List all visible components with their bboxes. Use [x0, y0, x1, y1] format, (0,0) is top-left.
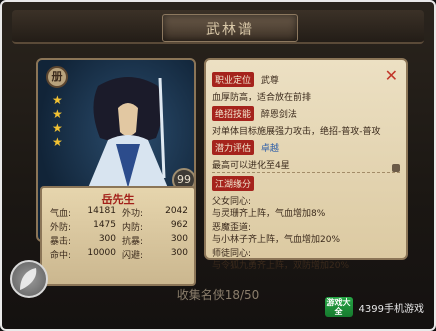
stats-grid: 气血: 14181 外功: 2042 外防: 1475 内防: 962 暴击: 300 抗… — [50, 206, 188, 261]
skill-value: 醉恩剑法 — [260, 110, 297, 120]
fate-desc: 与令狐九勇齐上阵，双防增加20% — [212, 261, 350, 271]
potential-tag: 潜力评估 — [212, 140, 255, 155]
title-banner: 武林谱 — [162, 14, 298, 42]
stat-row: 暴击: 300 — [50, 234, 116, 247]
stat-row: 闪避: 300 — [122, 248, 188, 261]
hero-detail-frame: 册 ★ ★ ★ ★ 99 岳先生 气血: 14181 外功: 2042 外防: 147… — [36, 58, 408, 286]
star-icon: ★ — [52, 93, 63, 107]
potential-desc: 最高可以进化至4星 — [212, 161, 290, 171]
star-icon: ★ — [52, 135, 63, 149]
hero-name: 岳先生 — [101, 193, 135, 206]
star-icon: ★ — [52, 107, 63, 121]
close-icon[interactable]: ✕ — [385, 66, 398, 85]
divider — [212, 172, 400, 173]
fate-desc: 与灵珊齐上阵，气血增加8% — [212, 209, 326, 219]
role-desc: 血厚防高，适合放在前排 — [212, 93, 312, 103]
book-icon[interactable]: 册 — [46, 66, 68, 88]
skill-desc: 对单体目标施展强力攻击，绝招-普攻-普攻 — [212, 127, 381, 137]
role-tag: 职业定位 — [212, 72, 255, 87]
scroll-handle[interactable] — [392, 164, 400, 172]
stat-row: 气血: 14181 — [50, 206, 116, 219]
game-logo: 游戏大全 — [324, 297, 353, 317]
top-bar: 武林谱 — [12, 10, 424, 44]
skill-line: 绝招技能 醉恩剑法 — [212, 106, 297, 121]
potential-value: 卓越 — [260, 144, 279, 154]
role-value: 武尊 — [260, 76, 279, 86]
hero-figure-image — [88, 77, 168, 188]
watermark-text: 4399手机游戏 — [358, 303, 424, 315]
role-line: 职业定位 武尊 — [212, 72, 279, 87]
stat-row: 外防: 1475 — [50, 220, 116, 233]
page-title: 武林谱 — [206, 22, 254, 38]
potential-line: 潜力评估 卓越 — [212, 140, 279, 155]
stat-row: 内防: 962 — [122, 220, 188, 233]
stat-row: 命中: 10000 — [50, 248, 116, 261]
stat-row: 外功: 2042 — [122, 206, 188, 219]
watermark: 游戏大全 4399手机游戏 — [324, 297, 424, 317]
stat-row: 抗暴: 300 — [122, 234, 188, 247]
skill-tag: 绝招技能 — [212, 106, 255, 121]
fate-desc: 与小林子齐上阵，气血增加20% — [212, 235, 341, 245]
game-screen: 武林谱 册 ★ ★ ★ ★ 99 岳先生 气血:14181 外功:2042 — [0, 0, 436, 331]
hero-info-panel: ✕ 职业定位 武尊 血厚防高，适合放在前排 绝招技能 醉恩剑法 对单体目标施展强… — [204, 58, 408, 271]
fate-tag: 江湖缘分 — [212, 176, 255, 191]
star-icon: ★ — [52, 121, 63, 135]
fate-line: 江湖缘分 — [212, 176, 258, 191]
hero-stats-card: 岳先生 气血: 14181 外功: 2042 外防: 1475 内防: 962 暴击: 3… — [40, 186, 196, 286]
